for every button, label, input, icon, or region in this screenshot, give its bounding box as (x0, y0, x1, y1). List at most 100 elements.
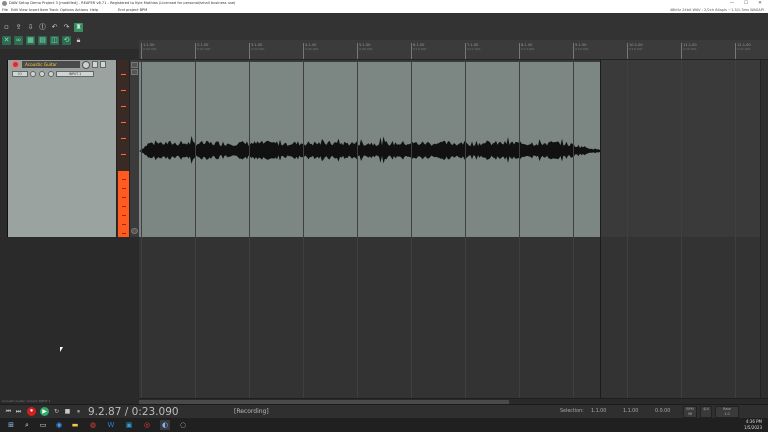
project-settings-icon[interactable]: ⓵ (38, 23, 47, 32)
minimize-button[interactable]: — (726, 0, 738, 7)
auto-crossfade-icon[interactable]: ▤ (38, 36, 47, 45)
grid-line (249, 60, 250, 398)
track-level-meter (116, 60, 129, 237)
start-icon[interactable]: ⊞ (6, 420, 16, 430)
pan-knob[interactable] (30, 71, 36, 77)
play-button[interactable]: ▶ (40, 407, 49, 416)
metronome-icon[interactable]: ♜ (74, 23, 83, 32)
ruler-mark: 2.1.00 0:02.000 (195, 43, 210, 59)
taskbar-search-icon[interactable]: ⌕ (22, 420, 32, 430)
task-view-icon[interactable]: ▭ (38, 420, 48, 430)
transport-bar: ⏮ ⏭ ⏺ ▶ ↻ ■ ⏸ 9.2.87 / 0:23.090 [Recordi… (0, 404, 768, 418)
phase-button[interactable] (131, 69, 138, 75)
meter-tick (121, 90, 126, 91)
ruler-time-label: 0:08.000 (359, 47, 373, 51)
ruler-mark: 9.1.00 0:16.000 (573, 43, 588, 59)
grid-line (573, 60, 574, 398)
grid-line (303, 60, 304, 398)
undo-icon[interactable]: ↶ (50, 23, 59, 32)
grid-snap-icon[interactable]: ✕ (2, 36, 11, 45)
mute-button[interactable] (92, 61, 98, 68)
track-name[interactable]: Acoustic Guitar (22, 61, 80, 68)
edge-icon[interactable]: ◉ (54, 420, 64, 430)
ruler-mark: 8.1.00 0:14.000 (519, 43, 534, 59)
grid-line (357, 60, 358, 398)
grid-line (681, 60, 682, 398)
meter-tick (121, 106, 126, 107)
ruler-time-label: 0:06.000 (305, 47, 319, 51)
redo-icon[interactable]: ↷ (62, 23, 71, 32)
close-button[interactable]: ✕ (754, 0, 766, 7)
lock-icon[interactable]: 🔒︎ (74, 36, 83, 45)
ruler-time-label: 0:18.000 (629, 47, 643, 51)
time-signature-box[interactable]: 4/4 (700, 406, 712, 418)
chrome-icon[interactable]: ◍ (88, 420, 98, 430)
meter-fill-tick (122, 206, 126, 207)
transport-state: [Recording] (234, 408, 269, 415)
track-fx-icon[interactable] (131, 228, 138, 234)
meter-fill (118, 171, 129, 237)
repeat-icon[interactable]: ↻ (52, 407, 61, 416)
recording-item[interactable] (139, 62, 601, 237)
envelope-points-icon[interactable]: ◫ (50, 36, 59, 45)
reaper-taskbar-icon[interactable]: ◐ (160, 420, 170, 430)
pause-icon[interactable]: ⏸ (74, 407, 83, 416)
save-project-icon[interactable]: ⇩ (26, 23, 35, 32)
meter-tick (121, 74, 126, 75)
ruler-time-label: 0:16.000 (575, 47, 589, 51)
windows-taskbar: ⊞ ⌕ ▭ ◉ ▬ ◍ W ▣ ◎ ◐ ◌ 4:36 PM 1/5/2023 (0, 418, 768, 432)
ruler-mark: 6.1.00 0:10.000 (411, 43, 426, 59)
record-arm-button[interactable] (12, 61, 19, 68)
bpm-box[interactable]: BPM 96 (683, 406, 697, 418)
app-icon[interactable]: ◎ (142, 420, 152, 430)
meter-fill-tick (122, 224, 126, 225)
grid-line (627, 60, 628, 398)
env-button[interactable] (131, 62, 138, 68)
vertical-scrollbar[interactable] (760, 60, 768, 398)
solo-button[interactable] (100, 61, 106, 68)
selection-length[interactable]: 0.0.00 (655, 409, 670, 414)
volume-knob[interactable] (82, 61, 90, 69)
ruler-mark: 3.1.00 0:04.000 (249, 43, 264, 59)
explorer-icon[interactable]: ▬ (70, 420, 80, 430)
waveform-path (139, 135, 601, 164)
record-input-selector[interactable]: INPUT 1 (56, 71, 94, 77)
store-icon[interactable]: ▣ (124, 420, 134, 430)
ripple-edit-icon[interactable]: ∞ (14, 36, 23, 45)
meter-fill-tick (122, 215, 126, 216)
route-button[interactable]: IO (12, 71, 28, 77)
meter-tick (121, 138, 126, 139)
meter-fill-tick (122, 188, 126, 189)
word-icon[interactable]: W (106, 420, 116, 430)
selection-start[interactable]: 1.1.00 (591, 409, 606, 414)
ruler-time-label: 0:20.000 (683, 47, 697, 51)
arrange-view[interactable] (139, 60, 768, 398)
rate-value: 1.0 (724, 412, 730, 416)
monitor-button[interactable] (48, 71, 54, 77)
ruler-time-label: 0:22.000 (737, 47, 751, 51)
loop-icon[interactable]: ⟲ (62, 36, 71, 45)
fx-button[interactable] (39, 71, 45, 77)
timeline-ruler[interactable]: 1.1.00 0:00.000 2.1.00 0:02.000 3.1.00 0:04.0… (139, 40, 768, 60)
stop-icon[interactable]: ■ (63, 407, 72, 416)
selection-end[interactable]: 1.1.00 (623, 409, 638, 414)
open-project-icon[interactable]: ⇪ (14, 23, 23, 32)
misc-app-icon[interactable]: ◌ (178, 420, 188, 430)
new-project-icon[interactable]: ▫ (2, 23, 11, 32)
go-to-end-icon[interactable]: ⏭ (14, 407, 23, 416)
grid-line (411, 60, 412, 398)
ruler-mark: 10.1.00 0:18.000 (627, 43, 643, 59)
item-grouping-icon[interactable]: ▦ (26, 36, 35, 45)
grid-line (735, 60, 736, 398)
maximize-button[interactable]: ☐ (740, 0, 752, 7)
ruler-mark: 5.1.00 0:08.000 (357, 43, 372, 59)
grid-line (519, 60, 520, 398)
transport-timecode[interactable]: 9.2.87 / 0:23.090 (88, 406, 179, 418)
track-status-note: Acoustic Guitar: Armed: INPUT 1 (2, 399, 51, 403)
meter-side-controls (129, 60, 139, 237)
empty-track-area[interactable]: Acoustic Guitar: Armed: INPUT 1 (0, 237, 139, 404)
system-clock[interactable]: 4:36 PM 1/5/2023 (744, 419, 762, 431)
playrate-box[interactable]: Rate 1.0 (715, 406, 739, 418)
go-to-start-icon[interactable]: ⏮ (4, 407, 13, 416)
record-button[interactable]: ⏺ (27, 407, 36, 416)
